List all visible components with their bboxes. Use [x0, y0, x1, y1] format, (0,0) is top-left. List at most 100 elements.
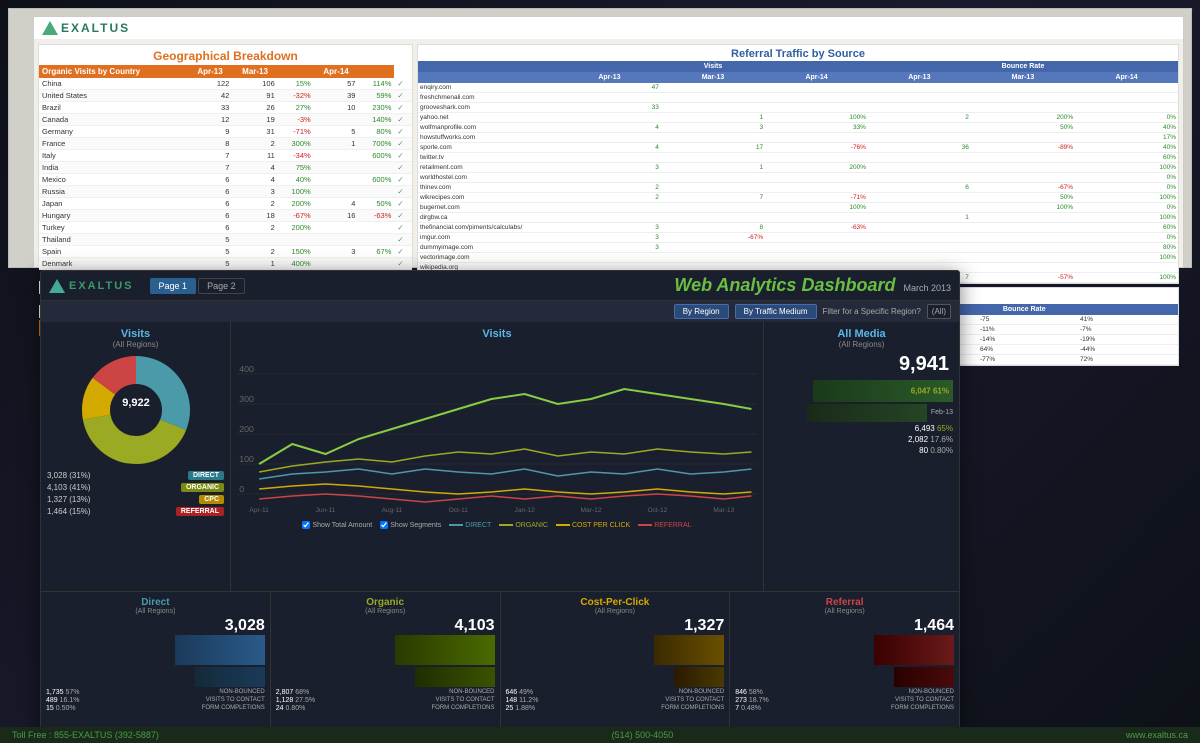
ref-subheader-bmar13: Mar-13 [971, 72, 1075, 83]
ref-subheader-bapr14: Apr-14 [1075, 72, 1178, 83]
direct-legend-line [449, 524, 463, 526]
list-item: 1 [232, 258, 277, 270]
legend-direct-value: 3,028 (31%) [47, 471, 184, 480]
svg-text:0: 0 [239, 484, 244, 493]
legend-referral: 1,464 (15%) REFERRAL [47, 507, 224, 516]
form-pct: 0.80% [930, 446, 953, 455]
list-item [765, 183, 868, 193]
footer-phone: (514) 500-4050 [612, 730, 674, 740]
direct-form-label: FORM COMPLETIONS [202, 705, 265, 712]
cpc-legend-line [556, 524, 570, 526]
list-item [868, 253, 971, 263]
list-item [358, 162, 394, 174]
list-item [314, 150, 359, 162]
list-item: 31 [232, 126, 277, 138]
list-item [314, 186, 359, 198]
list-item: 200% [278, 198, 314, 210]
list-item: freshchmenali.com [418, 93, 558, 103]
ref-col-bounce: Bounce Rate [868, 61, 1178, 72]
list-item [765, 103, 868, 113]
check-cell: ✓ [394, 162, 412, 174]
organic-bar-2 [276, 667, 495, 687]
logo-text: EXALTUS [61, 21, 130, 35]
filter-input[interactable]: (All) [927, 304, 951, 319]
list-item: 75% [278, 162, 314, 174]
list-item: 33% [765, 123, 868, 133]
list-item [971, 133, 1075, 143]
legend-segments: Show Segments [380, 521, 441, 529]
check-cell: ✓ [394, 150, 412, 162]
list-item: -71% [765, 193, 868, 203]
list-item: 16 [314, 210, 359, 222]
cpc-bar-main [654, 635, 724, 665]
referral-bar-main [874, 635, 954, 665]
list-item: 67% [358, 246, 394, 258]
all-media-subtitle: (All Regions) [770, 340, 953, 349]
list-item: 6 [868, 183, 971, 193]
organic-stats-3: 24 0.80% FORM COMPLETIONS [276, 705, 495, 712]
visits-subtitle: (All Regions) [47, 340, 224, 349]
list-item: 4 [314, 198, 359, 210]
tab-page2[interactable]: Page 2 [198, 278, 245, 294]
list-item: 27% [278, 102, 314, 114]
organic-value: 6,047 [911, 387, 931, 396]
svg-text:400: 400 [239, 364, 254, 373]
direct-legend-label: DIRECT [465, 522, 491, 529]
total-amount-checkbox[interactable] [302, 521, 310, 529]
list-item: thefinancial.com/piments/calculabs/ [418, 223, 558, 233]
by-traffic-btn[interactable]: By Traffic Medium [735, 304, 817, 319]
list-item: 17% [1075, 133, 1178, 143]
list-item: 0% [1075, 183, 1178, 193]
list-item: 100% [278, 186, 314, 198]
list-item: 100% [1075, 273, 1178, 283]
list-item [868, 93, 971, 103]
legend-referral-badge: REFERRAL [176, 507, 224, 516]
list-item: United States [39, 90, 188, 102]
list-item [314, 174, 359, 186]
list-item: -19% [1078, 335, 1178, 345]
list-item: -14% [978, 335, 1078, 345]
list-item [971, 93, 1075, 103]
referral-form-val: 7 0.48% [735, 705, 761, 712]
referral-main-value: 1,464 [735, 617, 954, 635]
list-item: India [39, 162, 188, 174]
list-item: 8 [661, 223, 765, 233]
direct-card: Direct (All Regions) 3,028 1,735 57% NON… [41, 592, 271, 730]
svg-text:300: 300 [239, 394, 254, 403]
by-region-btn[interactable]: By Region [674, 304, 729, 319]
list-item: -76% [765, 143, 868, 153]
list-item: 2 [232, 246, 277, 258]
referral-table: Visits Bounce Rate Apr-13 Mar-13 Apr-14 … [418, 61, 1178, 283]
segments-checkbox[interactable] [380, 521, 388, 529]
logo-bar: EXALTUS [34, 17, 1183, 40]
all-media-panel: All Media (All Regions) 9,941 6,047 61% [764, 322, 959, 591]
list-item: -32% [278, 90, 314, 102]
list-item: howstuffworks.com [418, 133, 558, 143]
list-item: 1 [661, 163, 765, 173]
referral-stats-3: 7 0.48% FORM COMPLETIONS [735, 705, 954, 712]
cpc-funnel [506, 635, 725, 665]
list-item: 1 [314, 138, 359, 150]
ref-subheader-mar13: Mar-13 [661, 72, 765, 83]
check-cell: ✓ [394, 138, 412, 150]
list-item: China [39, 78, 188, 90]
list-item: -77% [978, 355, 1078, 365]
organic-nb-label: NON-BOUNCED [449, 689, 494, 696]
direct-stats-2: 489 16.1% VISITS TO CONTACT [46, 697, 265, 704]
cpc-form-val: 25 1.88% [506, 705, 536, 712]
list-item: 59% [358, 90, 394, 102]
list-item: 60% [1075, 223, 1178, 233]
list-item [765, 93, 868, 103]
cpc-bar-2-fill [674, 667, 724, 687]
form-value: 80 [919, 446, 928, 455]
direct-bar-2 [46, 667, 265, 687]
list-item: Japan [39, 198, 188, 210]
tab-page1[interactable]: Page 1 [150, 278, 197, 294]
svg-text:Jan-12: Jan-12 [515, 507, 536, 514]
list-item: 36 [868, 143, 971, 153]
referral-legend-label: REFERRAL [654, 522, 691, 529]
list-item: 150% [278, 246, 314, 258]
total-line [259, 389, 751, 464]
list-item [868, 223, 971, 233]
dashboard-tabs[interactable]: Page 1 Page 2 [150, 278, 245, 294]
